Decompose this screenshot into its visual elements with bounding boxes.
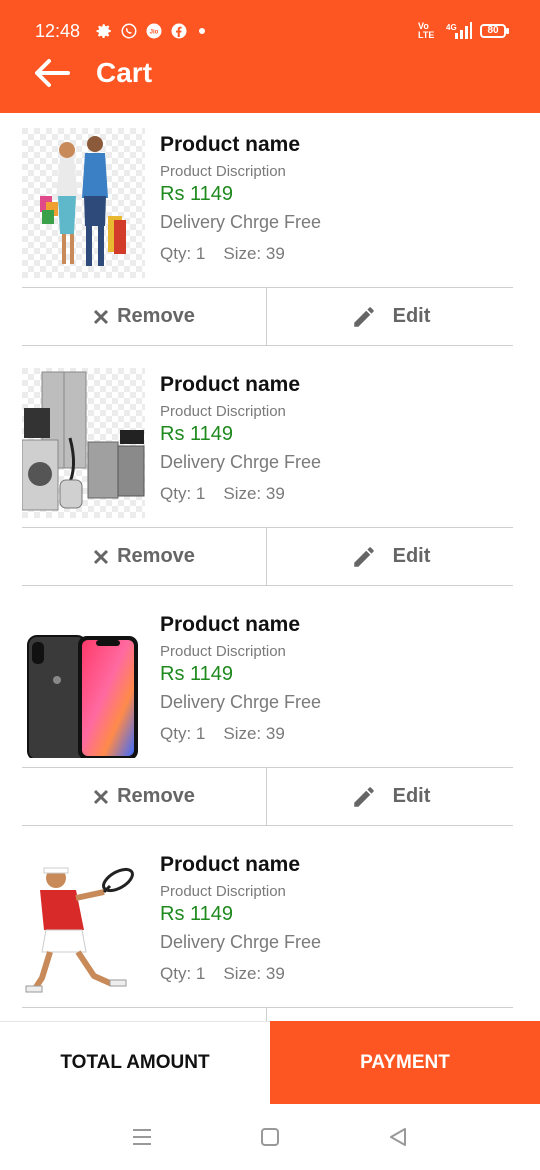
smartphone-image: [22, 608, 145, 758]
close-icon: [94, 549, 109, 564]
quantity: Qty: 1: [160, 964, 206, 983]
home-appliances-image: [22, 368, 145, 518]
edit-button[interactable]: Edit: [268, 768, 513, 825]
facebook-icon: [171, 23, 187, 39]
settings-icon: [96, 24, 111, 39]
quantity: Qty: 1: [160, 724, 206, 743]
edit-label: Edit: [392, 785, 431, 807]
system-status-icons: Vo LTE 4G 80: [418, 21, 509, 40]
product-meta: Qty: 1 Size: 39: [160, 244, 285, 264]
edit-button[interactable]: Edit: [268, 1008, 513, 1021]
size: Size: 39: [223, 244, 285, 263]
item-actions: Remove Edit: [22, 1007, 513, 1021]
product-price: Rs 1149: [160, 183, 234, 205]
product-meta: Qty: 1 Size: 39: [160, 484, 285, 504]
delivery-charge: Delivery Chrge Free: [160, 932, 322, 952]
size: Size: 39: [223, 484, 285, 503]
size: Size: 39: [223, 724, 285, 743]
edit-label: Edit: [392, 305, 431, 327]
product-image[interactable]: [22, 608, 145, 758]
product-description: Product Discription: [160, 883, 286, 900]
payment-button[interactable]: PAYMENT: [270, 1021, 540, 1104]
edit-button[interactable]: Edit: [268, 528, 513, 585]
edit-label: Edit: [392, 545, 431, 567]
menu-icon[interactable]: [130, 1126, 154, 1148]
status-time: 12:48: [35, 21, 81, 41]
home-square-icon[interactable]: [258, 1126, 282, 1148]
size: Size: 39: [223, 964, 285, 983]
pencil-icon: [353, 546, 374, 567]
couple-shopping-image: [22, 128, 145, 278]
volte-indicator: Vo LTE: [418, 21, 435, 40]
back-triangle-icon[interactable]: [386, 1126, 410, 1148]
svg-text:Jio: Jio: [150, 29, 159, 35]
pencil-icon: [353, 786, 374, 807]
signal-icon: 4G: [446, 22, 472, 39]
product-price: Rs 1149: [160, 423, 234, 445]
system-nav-bar: [0, 1104, 540, 1170]
tennis-player-image: [22, 848, 145, 998]
remove-button[interactable]: Remove: [22, 768, 267, 825]
delivery-charge: Delivery Chrge Free: [160, 692, 322, 712]
product-price: Rs 1149: [160, 903, 234, 925]
product-description: Product Discription: [160, 403, 286, 420]
whatsapp-icon: [121, 23, 137, 39]
product-price: Rs 1149: [160, 663, 234, 685]
product-image[interactable]: [22, 368, 145, 518]
more-notifications-dot: [199, 28, 205, 34]
svg-text:4G: 4G: [446, 23, 457, 32]
product-meta: Qty: 1 Size: 39: [160, 724, 285, 744]
remove-button[interactable]: Remove: [22, 528, 267, 585]
cart-item: Product name Product Discription Rs 1149…: [22, 353, 513, 593]
product-image[interactable]: [22, 848, 145, 998]
page-title: Cart: [96, 57, 153, 88]
back-arrow-icon[interactable]: [32, 56, 72, 90]
jio-icon: Jio: [146, 23, 162, 39]
item-actions: Remove Edit: [22, 527, 513, 586]
battery-icon: 80: [480, 24, 509, 38]
product-meta: Qty: 1 Size: 39: [160, 964, 285, 984]
product-description: Product Discription: [160, 163, 286, 180]
product-name[interactable]: Product name: [160, 373, 300, 397]
item-actions: Remove Edit: [22, 287, 513, 346]
quantity: Qty: 1: [160, 244, 206, 263]
remove-label: Remove: [117, 785, 195, 807]
product-name[interactable]: Product name: [160, 853, 300, 877]
remove-label: Remove: [117, 545, 195, 567]
close-icon: [94, 309, 109, 324]
cart-item: Product name Product Discription Rs 1149…: [22, 113, 513, 353]
pencil-icon: [353, 306, 374, 327]
remove-button[interactable]: Remove: [22, 1008, 267, 1021]
cart-list[interactable]: Product name Product Discription Rs 1149…: [0, 113, 540, 1021]
product-image[interactable]: [22, 128, 145, 278]
close-icon: [94, 789, 109, 804]
item-actions: Remove Edit: [22, 767, 513, 826]
remove-label: Remove: [117, 305, 195, 327]
notification-icons: Jio: [95, 22, 205, 40]
status-bar: 12:48 Jio Vo LTE 4G 80: [0, 0, 540, 60]
product-name[interactable]: Product name: [160, 133, 300, 157]
product-name[interactable]: Product name: [160, 613, 300, 637]
delivery-charge: Delivery Chrge Free: [160, 452, 322, 472]
app-bar: 12:48 Jio Vo LTE 4G 80 Cart: [0, 0, 540, 113]
delivery-charge: Delivery Chrge Free: [160, 212, 322, 232]
edit-button[interactable]: Edit: [268, 288, 513, 345]
total-amount-button[interactable]: TOTAL AMOUNT: [0, 1021, 270, 1104]
quantity: Qty: 1: [160, 484, 206, 503]
cart-item: Product name Product Discription Rs 1149…: [22, 833, 513, 1021]
product-description: Product Discription: [160, 643, 286, 660]
cart-item: Product name Product Discription Rs 1149…: [22, 593, 513, 833]
remove-button[interactable]: Remove: [22, 288, 267, 345]
